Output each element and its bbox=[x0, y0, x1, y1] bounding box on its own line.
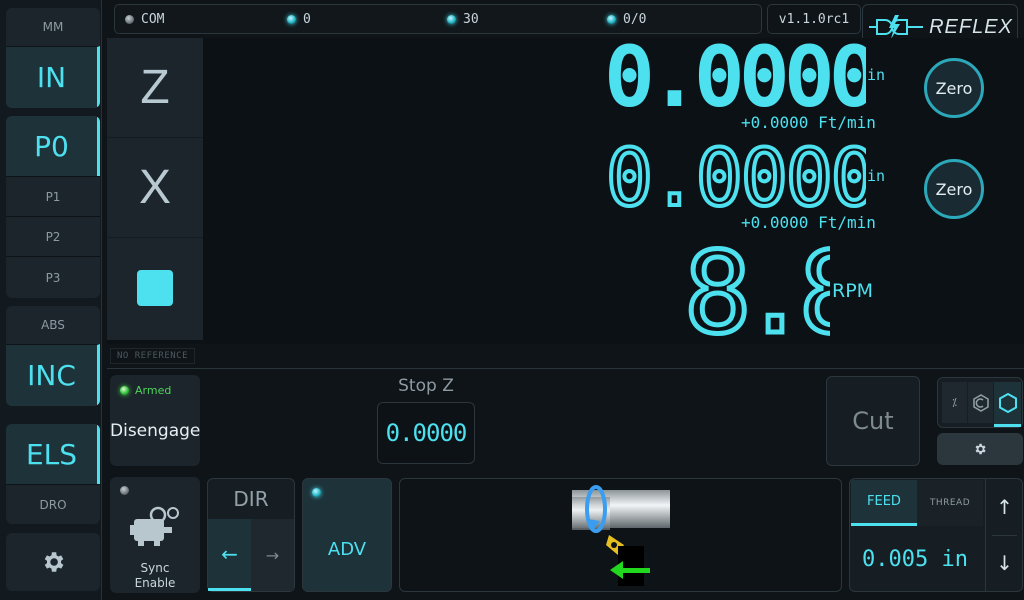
cut-button[interactable]: Cut bbox=[826, 376, 920, 466]
sidebar: MM IN P0 P1 P2 P3 ABS INC ELS DRO bbox=[0, 0, 102, 600]
x-position-display: 0.0000 bbox=[606, 141, 866, 213]
z-unit-label: in bbox=[867, 66, 886, 84]
feed-decrease-button[interactable]: ↓ bbox=[986, 535, 1023, 591]
status-led-icon bbox=[287, 15, 296, 24]
spindle-rpm-display: 8.8 bbox=[684, 240, 830, 340]
axis-x-label[interactable]: X bbox=[107, 138, 203, 238]
sync-label: Sync Enable bbox=[110, 561, 200, 591]
hexagon-icon bbox=[998, 393, 1017, 413]
adv-led-icon bbox=[312, 488, 321, 497]
sidebar-settings-button[interactable] bbox=[6, 533, 100, 591]
armed-status-label: Armed bbox=[135, 384, 172, 397]
feed-value: 0.005 in bbox=[862, 547, 968, 572]
stop-title: Stop Z bbox=[398, 376, 454, 396]
status-com: COM bbox=[125, 12, 164, 27]
mode-inc-button[interactable]: INC bbox=[6, 344, 100, 406]
status-led-icon bbox=[447, 15, 456, 24]
feed-stepper: ↑ ↓ bbox=[985, 479, 1022, 591]
stop-value: 0.0000 bbox=[385, 419, 468, 447]
unit-in-button[interactable]: IN bbox=[6, 46, 100, 108]
status-value-1: 0 bbox=[303, 12, 311, 27]
status-led-icon bbox=[607, 15, 616, 24]
com-led-icon bbox=[125, 15, 134, 24]
status-item-1: 0 bbox=[287, 12, 311, 27]
no-reference-label: NO REFERENCE bbox=[110, 348, 196, 364]
axis-column: Z X bbox=[107, 38, 203, 340]
direction-group: DIR ← → bbox=[207, 478, 295, 592]
hex-arc-icon bbox=[972, 393, 989, 412]
gear-icon bbox=[975, 443, 986, 455]
disengage-label: Disengage bbox=[110, 421, 201, 441]
view-radius-button[interactable] bbox=[968, 382, 993, 423]
profile-p3-button[interactable]: P3 bbox=[6, 256, 100, 298]
feed-panel: FEED THREAD 0.005 in ↑ ↓ bbox=[849, 478, 1023, 592]
cut-label: Cut bbox=[852, 407, 894, 435]
view-taper-button[interactable]: ⁒ bbox=[942, 382, 967, 423]
status-value-3: 0/0 bbox=[623, 12, 647, 27]
lathe-turning-illustration bbox=[572, 485, 670, 586]
profile-p1-button[interactable]: P1 bbox=[6, 176, 100, 216]
view-hex-button[interactable] bbox=[994, 382, 1021, 427]
divider bbox=[107, 368, 1024, 369]
sync-label-line1: Sync bbox=[140, 561, 170, 575]
spindle-indicator[interactable] bbox=[107, 238, 203, 338]
gear-icon bbox=[44, 552, 64, 572]
status-bar: COM 0 30 0/0 bbox=[114, 4, 762, 34]
z-rate-label: +0.0000 Ft/min bbox=[741, 113, 876, 132]
view-toggle-group: ⁒ bbox=[937, 377, 1023, 428]
operation-preview bbox=[399, 478, 842, 592]
profile-p2-button[interactable]: P2 bbox=[6, 216, 100, 256]
mode-group: ABS INC bbox=[6, 306, 100, 406]
x-position-value: 0.0000 bbox=[606, 141, 866, 213]
spindle-indicator-square bbox=[137, 270, 173, 306]
mode-abs-button[interactable]: ABS bbox=[6, 306, 100, 344]
function-els-button[interactable]: ELS bbox=[6, 424, 100, 484]
adv-button[interactable]: ADV bbox=[302, 478, 392, 592]
sync-enable-button[interactable]: Sync Enable bbox=[110, 477, 200, 593]
feed-increase-button[interactable]: ↑ bbox=[986, 479, 1023, 535]
dir-left-button[interactable]: ← bbox=[208, 519, 251, 591]
x-rate-label: +0.0000 Ft/min bbox=[741, 213, 876, 232]
z-zero-button[interactable]: Zero bbox=[924, 58, 984, 118]
status-value-2: 30 bbox=[463, 12, 479, 27]
dir-right-button[interactable]: → bbox=[251, 519, 294, 591]
profile-p0-button[interactable]: P0 bbox=[6, 116, 100, 176]
z-position-display: 0.0000 bbox=[606, 40, 866, 112]
armed-led-icon bbox=[120, 386, 129, 395]
spindle-rpm-value: 8.8 bbox=[684, 240, 830, 340]
sync-led-icon bbox=[120, 486, 129, 495]
dro-area bbox=[107, 38, 1024, 344]
profile-group: P0 P1 P2 P3 bbox=[6, 116, 100, 298]
status-com-label: COM bbox=[141, 12, 165, 27]
x-zero-button[interactable]: Zero bbox=[924, 159, 984, 219]
unit-mm-button[interactable]: MM bbox=[6, 8, 100, 46]
tab-feed[interactable]: FEED bbox=[851, 480, 917, 526]
logo-text: REFLEX bbox=[929, 15, 1013, 38]
motor-gear-icon bbox=[130, 506, 179, 546]
dir-title: DIR bbox=[233, 487, 269, 511]
units-group: MM IN bbox=[6, 8, 100, 108]
z-position-value: 0.0000 bbox=[606, 40, 866, 112]
axis-z-label[interactable]: Z bbox=[107, 38, 203, 138]
sync-label-line2: Enable bbox=[134, 576, 176, 590]
x-unit-label: in bbox=[867, 167, 886, 185]
engage-toggle[interactable]: Armed Disengage bbox=[110, 375, 200, 466]
status-item-2: 30 bbox=[447, 12, 479, 27]
taper-icon: ⁒ bbox=[952, 396, 957, 409]
plug-bolt-icon bbox=[869, 15, 924, 39]
view-settings-button[interactable] bbox=[937, 433, 1023, 465]
function-group: ELS DRO bbox=[6, 424, 100, 524]
function-dro-button[interactable]: DRO bbox=[6, 484, 100, 524]
tab-thread[interactable]: THREAD bbox=[917, 480, 983, 526]
version-label: v1.1.0rc1 bbox=[767, 4, 861, 34]
spindle-unit-label: RPM bbox=[832, 280, 874, 302]
adv-label: ADV bbox=[327, 539, 367, 560]
stop-value-field[interactable]: 0.0000 bbox=[377, 402, 475, 464]
status-item-3: 0/0 bbox=[607, 12, 646, 27]
